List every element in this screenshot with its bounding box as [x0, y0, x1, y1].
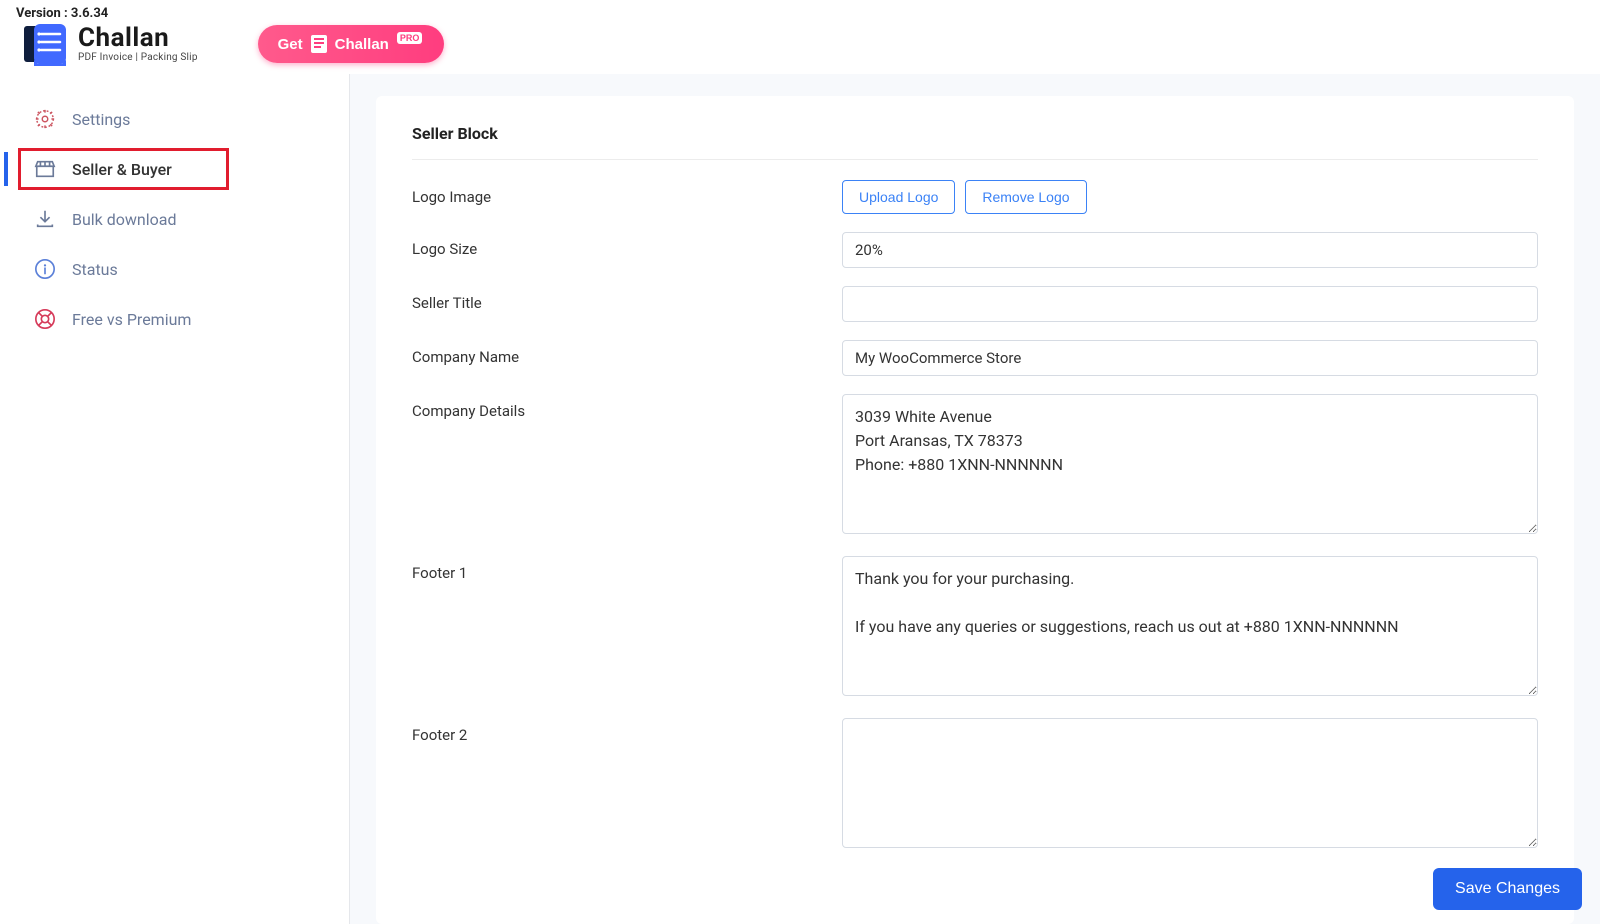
sidebar-item-label: Status — [72, 260, 118, 279]
seller-title-input[interactable] — [842, 286, 1538, 322]
get-pro-prefix: Get — [278, 36, 303, 53]
sidebar-item-label: Seller & Buyer — [72, 160, 172, 179]
label-footer-2: Footer 2 — [412, 718, 842, 744]
seller-block-panel: Seller Block Logo Image Upload Logo Remo… — [376, 96, 1574, 924]
brand-title: Challan — [78, 25, 198, 51]
sidebar-item-bulk-download[interactable]: Bulk download — [0, 194, 349, 244]
brand-subtitle: PDF Invoice | Packing Slip — [78, 53, 198, 63]
sidebar-item-label: Free vs Premium — [72, 310, 191, 329]
label-company-name: Company Name — [412, 340, 842, 366]
sidebar-item-settings[interactable]: Settings — [0, 94, 349, 144]
brand-block: Challan PDF Invoice | Packing Slip — [24, 22, 198, 66]
sidebar-item-free-vs-premium[interactable]: Free vs Premium — [0, 294, 349, 344]
company-name-input[interactable] — [842, 340, 1538, 376]
upload-logo-button[interactable]: Upload Logo — [842, 180, 955, 214]
sidebar-item-label: Bulk download — [72, 210, 177, 229]
download-icon — [34, 208, 56, 230]
label-logo-size: Logo Size — [412, 232, 842, 258]
remove-logo-button[interactable]: Remove Logo — [965, 180, 1086, 214]
footer-1-textarea[interactable] — [842, 556, 1538, 696]
panel-title: Seller Block — [412, 124, 1538, 160]
brand-logo-icon — [24, 22, 68, 66]
get-pro-button[interactable]: Get Challan PRO — [258, 25, 445, 63]
label-seller-title: Seller Title — [412, 286, 842, 312]
sidebar: Settings Seller & Buyer Bulk download — [0, 74, 350, 924]
get-pro-label: Challan — [335, 36, 389, 53]
company-details-textarea[interactable] — [842, 394, 1538, 534]
gear-icon — [34, 108, 56, 130]
lifebuoy-icon — [34, 308, 56, 330]
footer-2-textarea[interactable] — [842, 718, 1538, 848]
label-logo-image: Logo Image — [412, 180, 842, 206]
pro-badge: PRO — [397, 32, 423, 44]
save-changes-button[interactable]: Save Changes — [1433, 868, 1582, 910]
logo-size-input[interactable] — [842, 232, 1538, 268]
top-bar: Challan PDF Invoice | Packing Slip Get C… — [0, 0, 1600, 72]
info-icon — [34, 258, 56, 280]
sidebar-item-status[interactable]: Status — [0, 244, 349, 294]
label-company-details: Company Details — [412, 394, 842, 420]
document-icon — [311, 35, 327, 53]
sidebar-item-label: Settings — [72, 110, 130, 129]
label-footer-1: Footer 1 — [412, 556, 842, 582]
main-content: Seller Block Logo Image Upload Logo Remo… — [350, 74, 1600, 924]
sidebar-item-seller-buyer[interactable]: Seller & Buyer — [0, 144, 349, 194]
shop-icon — [34, 158, 56, 180]
version-label: Version : 3.6.34 — [16, 6, 108, 21]
